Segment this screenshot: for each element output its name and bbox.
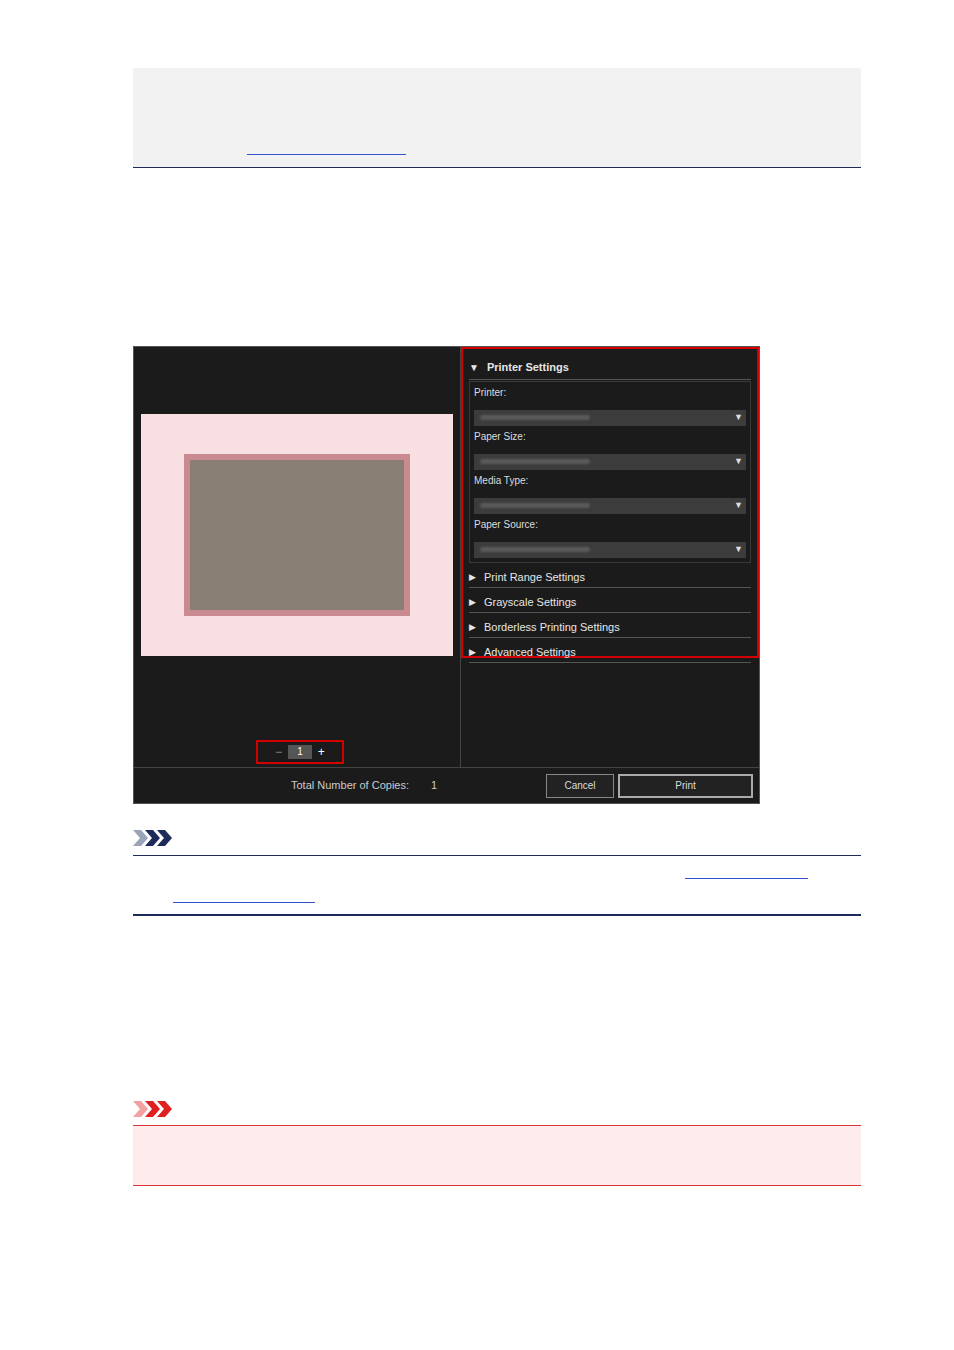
important-icon <box>133 1101 173 1117</box>
settings-panel: ▼Printer SettingsPrinter:▼Paper Size:▼Me… <box>461 347 759 658</box>
link-underline[interactable] <box>685 878 808 879</box>
printer-settings-body: Printer:▼Paper Size:▼Media Type:▼Paper S… <box>469 381 751 563</box>
dialog-button[interactable]: Cancel <box>546 774 614 798</box>
settings-section[interactable]: ▶Advanced Settings <box>469 638 751 663</box>
copies-stepper: −1 + <box>256 740 344 764</box>
settings-section[interactable]: ▶Borderless Printing Settings <box>469 613 751 638</box>
setting-field: Paper Source:▼ <box>474 514 746 558</box>
setting-dropdown[interactable]: ▼ <box>474 410 746 426</box>
important-box <box>133 1125 861 1186</box>
minus-button[interactable]: − <box>275 743 282 761</box>
printer-settings-header[interactable]: ▼Printer Settings <box>469 359 751 380</box>
settings-section[interactable]: ▶Print Range Settings <box>469 563 751 588</box>
note-box <box>133 68 861 168</box>
dialog-button[interactable]: Print <box>618 774 753 798</box>
manual-page: −1+▼Printer SettingsPrinter:▼Paper Size:… <box>0 0 954 1350</box>
setting-field: Printer:▼ <box>474 382 746 426</box>
setting-dropdown[interactable]: ▼ <box>474 498 746 514</box>
setting-dropdown[interactable]: ▼ <box>474 454 746 470</box>
plus-button[interactable]: + <box>318 743 325 761</box>
preview-pane: −1 + <box>134 347 461 767</box>
settings-section[interactable]: ▶Grayscale Settings <box>469 588 751 613</box>
copies-field[interactable]: 1 <box>288 745 312 759</box>
setting-dropdown[interactable]: ▼ <box>474 542 746 558</box>
note-icon <box>133 830 173 846</box>
preview-image <box>141 414 453 656</box>
setting-field: Media Type:▼ <box>474 470 746 514</box>
total-copies-label: Total Number of Copies: <box>291 777 409 794</box>
link-underline[interactable] <box>173 902 315 903</box>
setting-field: Paper Size:▼ <box>474 426 746 470</box>
note-box <box>133 855 861 916</box>
total-copies-value: 1 <box>431 777 437 794</box>
dialog-footer: Total Number of Copies: 1 CancelPrint <box>134 767 759 803</box>
print-dialog-screenshot: −1+▼Printer SettingsPrinter:▼Paper Size:… <box>133 346 760 804</box>
link-underline[interactable] <box>247 154 406 155</box>
